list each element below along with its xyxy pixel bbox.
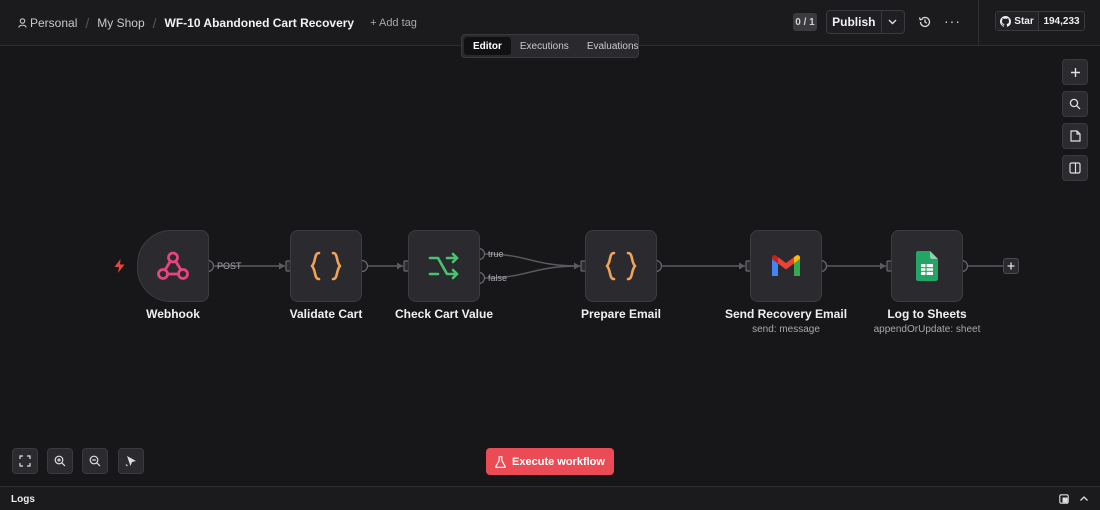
node-prepare-email[interactable] [585,230,657,302]
github-star-widget[interactable]: Star 194,233 [995,11,1085,31]
github-star-label: Star [1014,15,1034,27]
webhook-icon [157,251,189,280]
breadcrumb: Personal / My Shop / WF-10 Abandoned Car… [18,15,417,31]
if-branch-icon [428,252,459,280]
add-tag-button[interactable]: + Add tag [370,17,417,29]
fit-view-button[interactable] [12,448,38,474]
person-icon [18,18,27,28]
code-braces-icon [310,251,342,281]
publish-button[interactable]: Publish [827,15,881,29]
logs-popout-icon[interactable] [1059,494,1069,504]
zoom-in-icon [54,455,66,467]
execute-workflow-button[interactable]: Execute workflow [486,448,614,475]
more-options-icon[interactable]: ··· [944,13,961,29]
edge-label-true: true [488,249,504,259]
history-icon[interactable] [918,15,932,29]
chevron-up-icon[interactable] [1079,494,1089,504]
publish-dropdown-button[interactable] [880,11,904,33]
cursor-sparkle-icon [125,455,136,466]
workflow-canvas[interactable]: Webhook POST Validate Cart Check Cart Va… [0,46,1100,486]
breadcrumb-project[interactable]: My Shop [97,16,144,30]
logs-panel-bar[interactable]: Logs [0,486,1100,510]
fit-view-icon [19,455,31,467]
zoom-out-button[interactable] [82,448,108,474]
google-sheets-icon [916,251,938,281]
github-icon [1000,15,1012,27]
workflow-name[interactable]: WF-10 Abandoned Cart Recovery [165,16,355,30]
edge-label-false: false [488,273,508,283]
zoom-in-button[interactable] [47,448,73,474]
breadcrumb-separator: / [152,15,157,31]
plus-icon [1007,262,1015,270]
publish-button-group: Publish [826,10,905,34]
add-next-node-button[interactable] [1003,258,1019,274]
breadcrumb-separator: / [85,15,90,31]
breadcrumb-personal[interactable]: Personal [18,16,77,30]
edge-label-post: POST [217,261,242,271]
node-validate-cart[interactable] [290,230,362,302]
tidy-up-button[interactable] [118,448,144,474]
flask-icon [495,455,506,468]
chevron-down-icon [888,19,897,25]
node-webhook[interactable] [137,230,209,302]
node-log-to-sheets-title: Log to Sheets [887,307,967,321]
trigger-bolt-icon [114,259,125,273]
github-star-count: 194,233 [1043,15,1080,27]
github-star-button[interactable]: Star [996,12,1040,30]
breadcrumb-personal-label: Personal [30,16,78,30]
node-prepare-email-title: Prepare Email [580,307,662,321]
active-count-badge: 0 / 1 [793,13,817,31]
zoom-out-icon [89,455,101,467]
node-send-recovery-email[interactable] [750,230,822,302]
node-log-to-sheets-subtitle: appendOrUpdate: sheet [873,324,981,335]
node-check-cart-value-title: Check Cart Value [394,307,494,321]
node-check-cart-value[interactable] [408,230,480,302]
header-divider [978,0,979,46]
execute-workflow-label: Execute workflow [512,455,605,468]
gmail-icon [772,255,800,276]
node-log-to-sheets[interactable] [891,230,963,302]
code-braces-icon [605,251,637,281]
logs-label: Logs [11,494,35,505]
